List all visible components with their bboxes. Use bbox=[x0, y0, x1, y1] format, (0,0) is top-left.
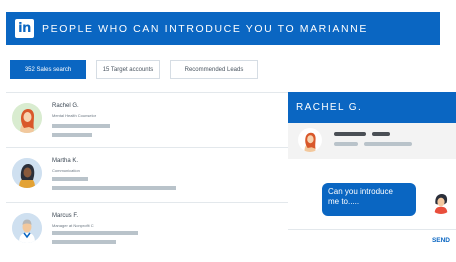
filter-sales-search[interactable]: 352 Sales search bbox=[10, 60, 86, 79]
person-role: Communication bbox=[52, 168, 80, 173]
woman-red-hair-avatar-icon bbox=[12, 103, 42, 133]
filter-target-accounts[interactable]: 15 Target accounts bbox=[96, 60, 160, 79]
person-name: Martha K. bbox=[52, 158, 79, 164]
send-button[interactable]: SEND bbox=[432, 237, 450, 244]
placeholder-text-line bbox=[52, 177, 88, 181]
chat-header: RACHEL G. bbox=[288, 92, 456, 123]
placeholder-text-line bbox=[52, 186, 176, 190]
woman-red-hair-avatar-icon bbox=[298, 128, 322, 152]
app-frame: in PEOPLE WHO CAN INTRODUCE YOU TO MARIA… bbox=[0, 0, 456, 262]
placeholder-text-line bbox=[52, 133, 92, 137]
list-item[interactable]: Marcus F. Manager at Nonprofit C bbox=[6, 203, 288, 257]
placeholder-name-line bbox=[372, 132, 390, 136]
chat-contact-card bbox=[288, 123, 456, 159]
chat-title: RACHEL G. bbox=[296, 102, 363, 113]
man-gray-hair-avatar-icon bbox=[12, 213, 42, 243]
filter-recommended-leads[interactable]: Recommended Leads bbox=[170, 60, 258, 79]
chat-divider bbox=[288, 229, 456, 230]
filter-bar: 352 Sales search 15 Target accounts Reco… bbox=[10, 60, 258, 79]
person-role: Manager at Nonprofit C bbox=[52, 223, 94, 228]
linkedin-logo-icon: in bbox=[15, 19, 34, 38]
list-item[interactable]: Martha K. Communication bbox=[6, 148, 288, 203]
placeholder-text-line bbox=[52, 240, 116, 244]
list-item[interactable]: Rachel G. Mental Health Counselor bbox=[6, 93, 288, 148]
message-text-line: me to..... bbox=[328, 197, 360, 206]
placeholder-text-line bbox=[52, 124, 110, 128]
page-header: in PEOPLE WHO CAN INTRODUCE YOU TO MARIA… bbox=[6, 12, 440, 45]
chat-panel: RACHEL G. Can you introduce me to..... S… bbox=[288, 92, 456, 262]
user-avatar-icon bbox=[429, 190, 453, 214]
people-list: Rachel G. Mental Health Counselor Martha… bbox=[6, 92, 288, 262]
placeholder-text-line bbox=[334, 142, 358, 146]
placeholder-name-line bbox=[334, 132, 366, 136]
placeholder-text-line bbox=[364, 142, 412, 146]
page-title: PEOPLE WHO CAN INTRODUCE YOU TO MARIANNE bbox=[42, 22, 368, 35]
person-role: Mental Health Counselor bbox=[52, 113, 97, 118]
message-text-line: Can you introduce bbox=[328, 187, 393, 196]
person-name: Marcus F. bbox=[52, 213, 79, 219]
message-bubble: Can you introduce me to..... bbox=[322, 183, 416, 216]
woman-dark-avatar-icon bbox=[12, 158, 42, 188]
placeholder-text-line bbox=[52, 231, 138, 235]
person-name: Rachel G. bbox=[52, 103, 79, 109]
logo-text: in bbox=[18, 21, 31, 36]
